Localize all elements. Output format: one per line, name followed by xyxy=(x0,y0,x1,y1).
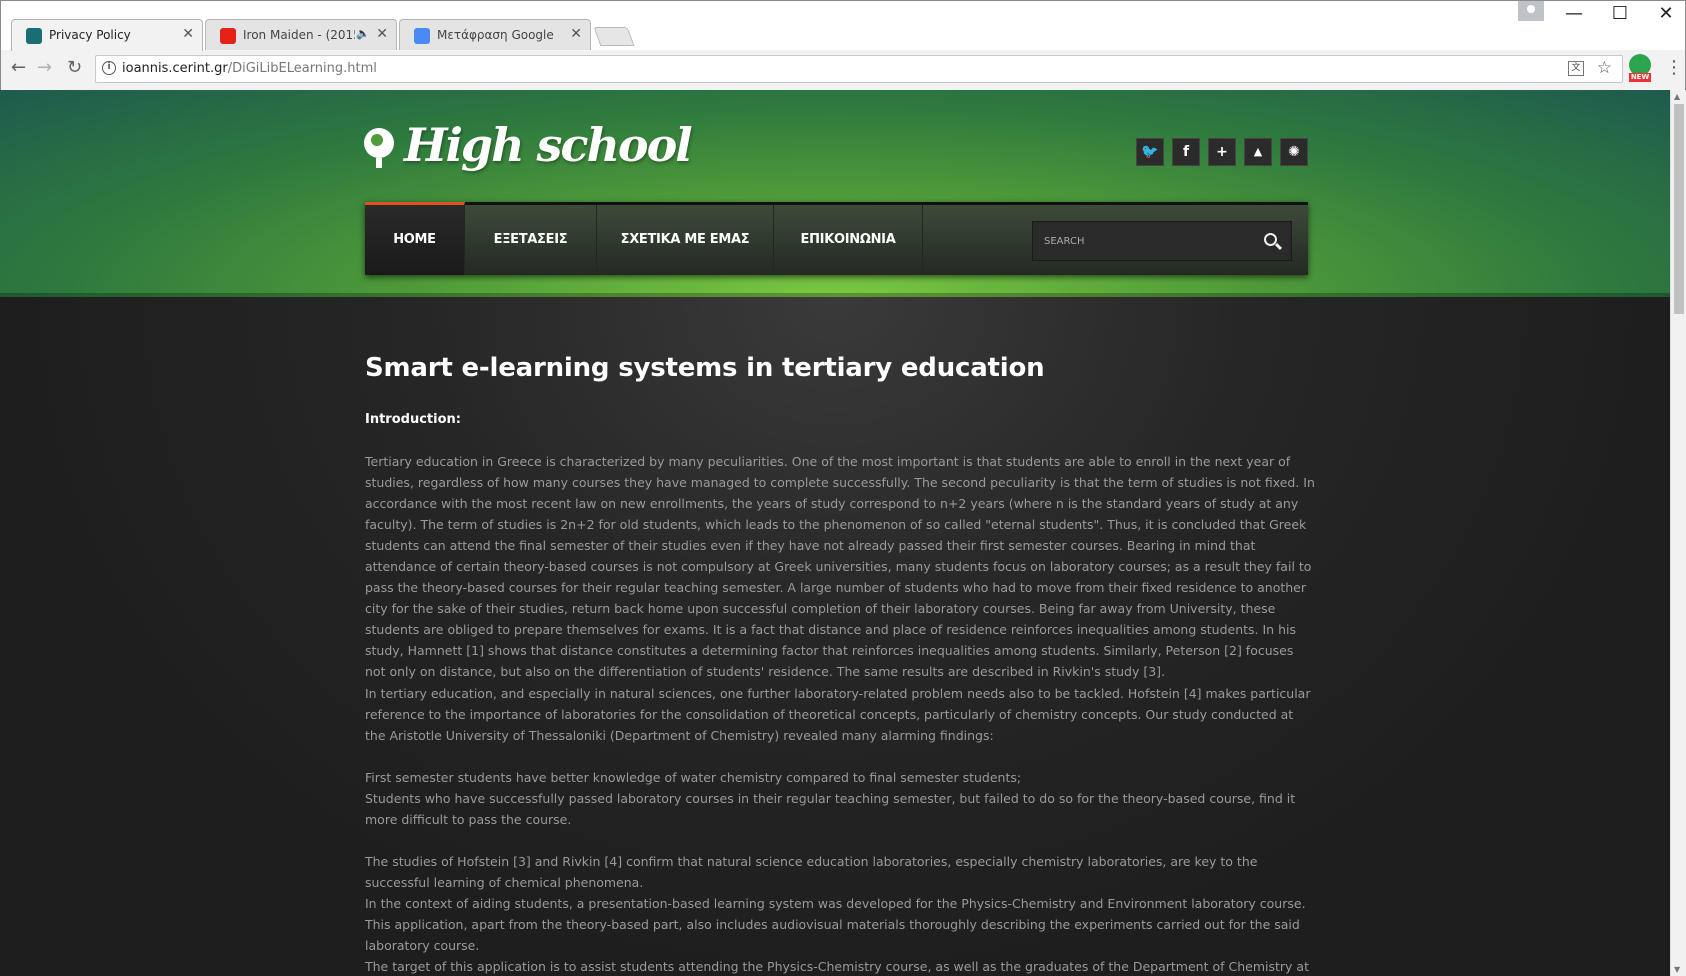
back-arrow-icon[interactable]: ← xyxy=(11,57,26,78)
article-body: Tertiary education in Greece is characte… xyxy=(365,451,1315,976)
main-navigation: HOME ΕΞΕΤΑΣΕΙΣ ΣΧΕΤΙΚΑ ΜΕ ΕΜΑΣ ΕΠΙΚΟΙΝΩΝ… xyxy=(365,202,1308,275)
site-search xyxy=(1032,221,1292,261)
tab-title: Privacy Policy xyxy=(49,28,131,42)
section-heading: Introduction: xyxy=(365,412,461,427)
list-item: First semester students have better know… xyxy=(365,769,1022,785)
facebook-icon[interactable]: f xyxy=(1172,138,1200,166)
scroll-up-arrow-icon[interactable]: ▲ xyxy=(1674,92,1680,101)
address-bar[interactable]: i ioannis.cerint.gr/DiGiLibELearning.htm… xyxy=(95,55,1623,83)
paragraph: The target of this application is to ass… xyxy=(365,959,1309,975)
browser-toolbar: ← → ↻ i ioannis.cerint.gr/DiGiLibELearni… xyxy=(1,50,1685,91)
maximize-button[interactable]: ☐ xyxy=(1597,3,1643,24)
tab-privacy-policy[interactable]: Privacy Policy ✕ xyxy=(11,19,203,51)
browser-window: Privacy Policy ✕ Iron Maiden - (2015) T … xyxy=(0,0,1686,91)
tab-close-icon[interactable]: ✕ xyxy=(376,26,388,42)
list-item: Students who have successfully passed la… xyxy=(365,790,1296,827)
triangle-icon[interactable]: ▲ xyxy=(1244,138,1272,166)
extension-new-badge: NEW xyxy=(1629,73,1651,82)
search-input[interactable] xyxy=(1033,222,1248,260)
browser-menu-icon[interactable]: ⋮ xyxy=(1665,57,1683,78)
url-path: /DiGiLibELearning.html xyxy=(227,61,377,76)
tab-title: Μετάφραση Google xyxy=(437,28,554,42)
url-text[interactable]: ioannis.cerint.gr/DiGiLibELearning.html xyxy=(122,61,377,76)
translate-icon[interactable]: 文 xyxy=(1568,61,1584,76)
tab-strip: Privacy Policy ✕ Iron Maiden - (2015) T … xyxy=(1,1,1686,51)
window-close-button[interactable]: ✕ xyxy=(1643,3,1686,24)
forward-arrow-icon[interactable]: → xyxy=(37,57,52,78)
nav-exams[interactable]: ΕΞΕΤΑΣΕΙΣ xyxy=(465,205,597,275)
search-icon[interactable] xyxy=(1264,233,1277,246)
logo-text: High school xyxy=(404,118,693,172)
paragraph: Tertiary education in Greece is characte… xyxy=(365,454,1315,680)
paragraph: In the context of aiding students, a pre… xyxy=(365,895,1306,953)
globe-logo-icon xyxy=(364,128,394,168)
article-content: Smart e-learning systems in tertiary edu… xyxy=(0,297,1670,976)
nav-home[interactable]: HOME xyxy=(365,202,465,275)
scrollbar-thumb[interactable] xyxy=(1674,104,1684,314)
youtube-icon xyxy=(220,28,236,44)
audio-playing-icon[interactable]: 🔈 xyxy=(356,27,370,40)
paragraph: In tertiary education, and especially in… xyxy=(365,685,1311,743)
page-title: Smart e-learning systems in tertiary edu… xyxy=(365,353,1045,383)
nav-about-us[interactable]: ΣΧΕΤΙΚΑ ΜΕ ΕΜΑΣ xyxy=(597,205,774,275)
google-translate-icon xyxy=(414,28,430,44)
tab-title: Iron Maiden - (2015) T xyxy=(243,28,355,42)
nav-contact[interactable]: ΕΠΙΚΟΙΝΩΝΙΑ xyxy=(774,205,923,275)
plus-icon[interactable]: + xyxy=(1208,138,1236,166)
new-tab-button[interactable] xyxy=(593,27,635,46)
site-favicon-icon xyxy=(26,28,42,44)
paragraph: The studies of Hofstein [3] and Rivkin [… xyxy=(365,853,1258,890)
site-info-icon[interactable]: i xyxy=(102,61,116,75)
site-header: High school 🐦 f + ▲ ✺ HOME ΕΞΕΤΑΣΕΙΣ ΣΧΕ… xyxy=(0,90,1670,297)
profile-icon[interactable] xyxy=(1518,1,1544,21)
url-domain: ioannis.cerint.gr xyxy=(122,61,228,76)
bookmark-star-icon[interactable]: ☆ xyxy=(1597,58,1612,78)
reload-icon[interactable]: ↻ xyxy=(67,57,82,78)
tab-close-icon[interactable]: ✕ xyxy=(182,26,194,42)
page-viewport: High school 🐦 f + ▲ ✺ HOME ΕΞΕΤΑΣΕΙΣ ΣΧΕ… xyxy=(0,90,1670,976)
twitter-icon[interactable]: 🐦 xyxy=(1136,138,1164,166)
tab-close-icon[interactable]: ✕ xyxy=(570,26,582,42)
scroll-down-arrow-icon[interactable]: ▼ xyxy=(1674,965,1680,974)
tab-google-translate[interactable]: Μετάφραση Google ✕ xyxy=(399,19,591,50)
tab-iron-maiden[interactable]: Iron Maiden - (2015) T 🔈 ✕ xyxy=(205,19,397,50)
dribbble-icon[interactable]: ✺ xyxy=(1280,138,1308,166)
vertical-scrollbar[interactable]: ▲ ▼ xyxy=(1670,90,1686,976)
minimize-button[interactable]: — xyxy=(1551,3,1597,24)
